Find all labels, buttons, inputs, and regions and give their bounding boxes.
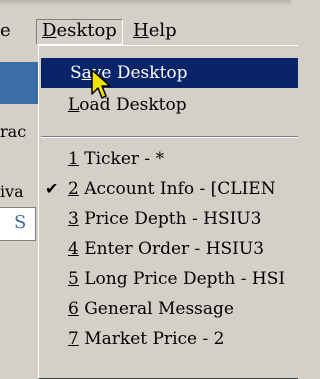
- menu-item-window-3[interactable]: 3 Price Depth - HSIU3: [39, 204, 298, 234]
- menu-item-window-2[interactable]: ✔ 2 Account Info - [CLIEN: [39, 174, 298, 204]
- menu-bar: e Desktop Help: [0, 0, 291, 45]
- checkmark-icon: ✔: [45, 179, 59, 198]
- menu-item-label: 6 General Message: [68, 299, 234, 319]
- menubar-item-partial[interactable]: e: [0, 20, 11, 42]
- background-label-rac: rac: [0, 122, 27, 141]
- menu-item-label: 5 Long Price Depth - HSI: [68, 269, 286, 289]
- menu-item-label: 2 Account Info - [CLIEN: [68, 179, 276, 199]
- menu-item-label: Save Desktop: [70, 63, 188, 83]
- menu-item-load-desktop[interactable]: Load Desktop: [39, 90, 298, 120]
- menu-item-window-1[interactable]: 1 Ticker - *: [39, 144, 298, 174]
- menu-item-window-7[interactable]: 7 Market Price - 2: [39, 324, 298, 354]
- menu-item-save-desktop[interactable]: Save Desktop: [41, 58, 298, 88]
- menu-item-label: 7 Market Price - 2: [68, 329, 225, 349]
- title-strip: [0, 0, 291, 6]
- background-field[interactable]: S: [0, 207, 36, 241]
- background-field-text: S: [14, 212, 27, 233]
- desktop-dropdown-menu: Save Desktop Load Desktop 1 Ticker - * ✔…: [38, 45, 298, 379]
- menu-item-window-6[interactable]: 6 General Message: [39, 294, 298, 324]
- menu-item-label: 3 Price Depth - HSIU3: [68, 209, 262, 229]
- arrow-cursor-icon: [91, 69, 111, 99]
- background-label-iva: iva: [0, 182, 24, 201]
- background-selection: [0, 62, 38, 104]
- menubar-item-desktop[interactable]: Desktop: [36, 19, 123, 45]
- menu-item-label: Load Desktop: [68, 95, 187, 115]
- menu-separator: [41, 136, 298, 138]
- menu-item-window-4[interactable]: 4 Enter Order - HSIU3: [39, 234, 298, 264]
- menubar-item-help[interactable]: Help: [133, 20, 177, 42]
- menu-item-label: 1 Ticker - *: [68, 149, 165, 169]
- menu-item-label: 4 Enter Order - HSIU3: [68, 239, 265, 259]
- menu-item-window-5[interactable]: 5 Long Price Depth - HSI: [39, 264, 298, 294]
